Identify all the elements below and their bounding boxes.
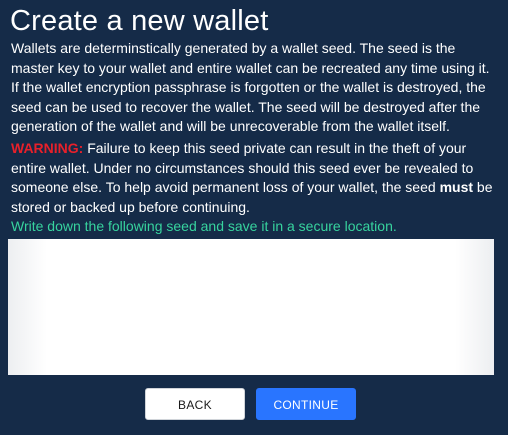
seed-instruction: Write down the following seed and save i…: [11, 218, 397, 234]
seed-blur-overlay: [8, 239, 494, 375]
seed-display-box[interactable]: [8, 239, 494, 375]
page-title: Create a new wallet: [10, 5, 269, 37]
warning-label: WARNING:: [11, 140, 84, 156]
back-button[interactable]: BACK: [145, 388, 245, 420]
intro-paragraph: Wallets are determinstically generated b…: [11, 40, 490, 134]
warning-paragraph: WARNING: Failure to keep this seed priva…: [11, 139, 499, 217]
continue-button[interactable]: CONTINUE: [256, 388, 356, 420]
warning-emphasis: must: [439, 179, 474, 195]
